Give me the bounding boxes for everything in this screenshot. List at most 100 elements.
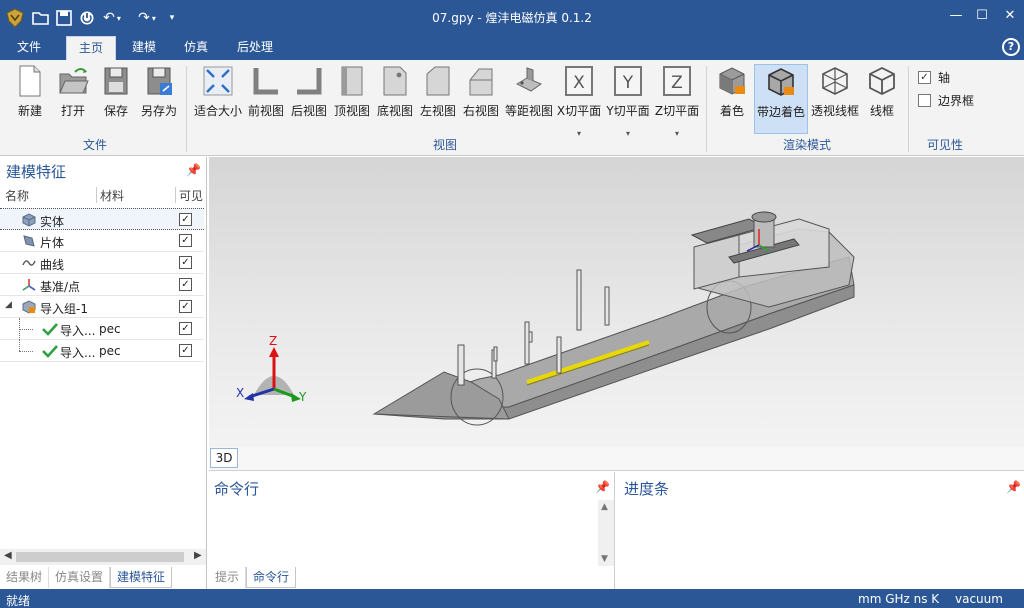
save-as-button[interactable]: 另存为 xyxy=(138,64,180,134)
menu-home[interactable]: 主页 xyxy=(66,36,116,60)
tab-simulation-settings[interactable]: 仿真设置 xyxy=(49,567,111,588)
transparent-wireframe-button[interactable]: 透视线框 xyxy=(810,64,860,134)
fit-size-button[interactable]: 适合大小 xyxy=(192,64,244,134)
tab-hints[interactable]: 提示 xyxy=(209,567,247,588)
menu-file[interactable]: 文件 xyxy=(6,36,52,60)
tab-command-line[interactable]: 命令行 xyxy=(246,567,297,588)
maximize-button[interactable]: ☐ xyxy=(970,8,994,28)
scrollbar-thumb[interactable] xyxy=(16,552,184,562)
solid-cube-icon xyxy=(22,213,36,227)
tab-modeling-features[interactable]: 建模特征 xyxy=(110,567,173,588)
tree-row[interactable]: 导入... pec ✓ xyxy=(0,340,204,362)
visible-checkbox[interactable]: ✓ xyxy=(179,322,192,335)
menu-simulation[interactable]: 仿真 xyxy=(176,36,216,60)
ship-model-render: Z X Y xyxy=(236,211,855,426)
shaded-edges-button[interactable]: 带边着色 xyxy=(754,64,808,134)
y-clip-plane-button[interactable]: Y Y切平面 ▾ xyxy=(605,64,651,138)
tab-3d-view[interactable]: 3D xyxy=(210,448,238,468)
y-plane-icon: Y xyxy=(614,66,642,96)
help-icon[interactable]: ? xyxy=(1002,38,1020,56)
collapse-arrow-icon[interactable]: ◢ xyxy=(5,300,12,310)
scroll-left-icon[interactable]: ◀ xyxy=(4,550,12,561)
close-button[interactable]: ✕ xyxy=(998,8,1022,28)
menu-postprocess[interactable]: 后处理 xyxy=(228,36,282,60)
save-disk-icon xyxy=(104,67,128,95)
iso-view-label: 等距视图 xyxy=(504,104,553,118)
left-view-label: 左视图 xyxy=(419,104,456,118)
scroll-down-icon[interactable]: ▼ xyxy=(601,554,608,564)
bottom-view-label: 底视图 xyxy=(376,104,413,118)
iso-view-button[interactable]: 等距视图 xyxy=(504,64,554,134)
transparent-wireframe-label: 透视线框 xyxy=(810,104,859,118)
front-view-icon xyxy=(253,68,278,95)
top-view-button[interactable]: 顶视图 xyxy=(332,64,372,134)
x-clip-plane-button[interactable]: X X切平面 ▾ xyxy=(556,64,602,138)
new-button[interactable]: 新建 xyxy=(12,64,48,134)
curve-icon xyxy=(22,260,36,266)
visible-checkbox[interactable]: ✓ xyxy=(179,234,192,247)
column-visible[interactable]: 可见 xyxy=(179,187,203,204)
back-view-button[interactable]: 后视图 xyxy=(289,64,329,134)
modeling-features-panel: 建模特征 📌 名称 材料 可见 实体 ✓ 片体 ✓ 曲线 ✓ 基准/点 ✓ ◢ … xyxy=(0,157,207,589)
checkmark-icon xyxy=(42,323,58,336)
right-view-button[interactable]: 右视图 xyxy=(461,64,501,134)
front-view-button[interactable]: 前视图 xyxy=(246,64,286,134)
right-view-label: 右视图 xyxy=(462,104,499,118)
group-label-visibility: 可见性 xyxy=(926,138,963,152)
bottom-view-icon xyxy=(383,66,407,96)
group-label-view: 视图 xyxy=(432,138,457,152)
left-panel-tabs: 结果树 仿真设置 建模特征 xyxy=(0,567,173,589)
tab-result-tree[interactable]: 结果树 xyxy=(0,567,50,588)
tree-row-label: 基准/点 xyxy=(40,280,81,294)
column-name[interactable]: 名称 xyxy=(5,187,29,204)
tree-row[interactable]: ◢ 导入组-1 ✓ xyxy=(0,296,204,318)
tree-row-label: 导入... xyxy=(60,346,96,360)
menu-modeling[interactable]: 建模 xyxy=(122,36,166,60)
visible-checkbox[interactable]: ✓ xyxy=(179,278,192,291)
shaded-label: 着色 xyxy=(719,104,744,118)
right-view-icon xyxy=(469,68,493,96)
open-label: 打开 xyxy=(60,104,85,118)
left-view-button[interactable]: 左视图 xyxy=(418,64,458,134)
svg-text:Z: Z xyxy=(671,73,683,93)
axis-checkbox[interactable]: ✓ xyxy=(918,71,931,84)
scroll-up-icon[interactable]: ▲ xyxy=(601,502,608,512)
tree-row[interactable]: 导入... pec ✓ xyxy=(0,318,204,340)
visible-checkbox[interactable]: ✓ xyxy=(179,300,192,313)
bounding-box-checkbox-row[interactable]: 边界框 xyxy=(918,92,974,109)
visible-checkbox[interactable]: ✓ xyxy=(179,213,192,226)
progress-panel: 进度条 📌 xyxy=(616,472,1024,589)
panel-title: 命令行 xyxy=(214,480,260,498)
tree-row[interactable]: 实体 ✓ xyxy=(0,208,204,230)
minimize-button[interactable]: — xyxy=(944,8,968,28)
tree-row[interactable]: 片体 ✓ xyxy=(0,230,204,252)
axis-checkbox-row[interactable]: ✓ 轴 xyxy=(918,69,950,86)
visible-checkbox[interactable]: ✓ xyxy=(179,344,192,357)
column-material[interactable]: 材料 xyxy=(100,187,124,204)
column-separator xyxy=(96,187,97,203)
visible-checkbox[interactable]: ✓ xyxy=(179,256,192,269)
tree-row[interactable]: 基准/点 ✓ xyxy=(0,274,204,296)
panel-title: 建模特征 xyxy=(6,163,67,181)
scroll-right-icon[interactable]: ▶ xyxy=(194,550,202,561)
shaded-button[interactable]: 着色 xyxy=(712,64,752,134)
command-panel-tabs: 提示 命令行 xyxy=(209,567,297,589)
3d-viewport[interactable]: Z X Y xyxy=(209,157,1024,447)
back-view-label: 后视图 xyxy=(290,104,327,118)
y-clip-plane-label: Y切平面 xyxy=(606,104,650,118)
save-button[interactable]: 保存 xyxy=(98,64,134,134)
horizontal-scrollbar[interactable]: ◀ ▶ xyxy=(0,549,206,565)
bottom-view-button[interactable]: 底视图 xyxy=(375,64,415,134)
tree-row[interactable]: 曲线 ✓ xyxy=(0,252,204,274)
checkmark-icon xyxy=(42,345,58,358)
bounding-box-checkbox[interactable] xyxy=(918,94,931,107)
open-button[interactable]: 打开 xyxy=(54,64,92,134)
z-clip-plane-button[interactable]: Z Z切平面 ▾ xyxy=(654,64,700,138)
pin-icon[interactable]: 📌 xyxy=(1006,480,1021,494)
pin-icon[interactable]: 📌 xyxy=(595,480,610,494)
top-view-label: 顶视图 xyxy=(333,104,370,118)
status-bar: 就绪 mm GHz ns K vacuum xyxy=(0,589,1024,608)
pin-icon[interactable]: 📌 xyxy=(186,163,201,177)
wireframe-button[interactable]: 线框 xyxy=(862,64,902,134)
vertical-scrollbar[interactable]: ▲ ▼ xyxy=(598,500,614,566)
